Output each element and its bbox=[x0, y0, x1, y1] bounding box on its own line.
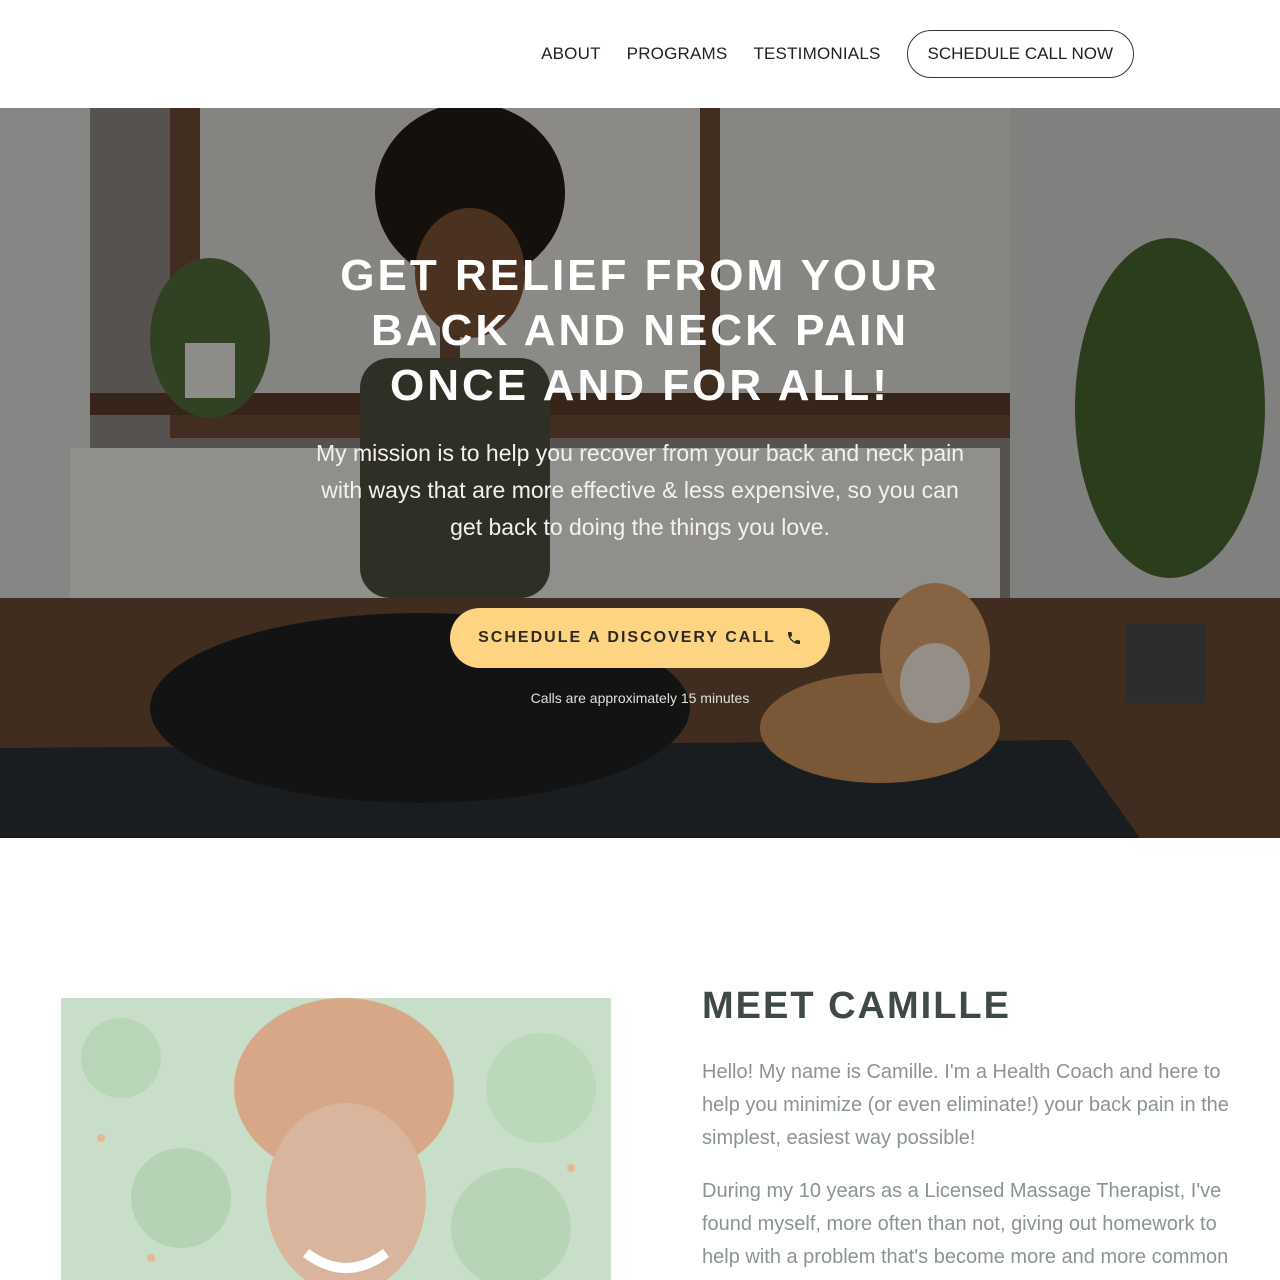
nav-programs-link[interactable]: PROGRAMS bbox=[627, 44, 728, 64]
site-header: ABOUT PROGRAMS TESTIMONIALS SCHEDULE CAL… bbox=[0, 0, 1280, 108]
nav-about-link[interactable]: ABOUT bbox=[541, 44, 601, 64]
about-section: MEET CAMILLE Hello! My name is Camille. … bbox=[702, 985, 1232, 1274]
about-paragraph: During my 10 years as a Licensed Massage… bbox=[702, 1180, 1229, 1268]
hero-subtitle: My mission is to help you recover from y… bbox=[315, 440, 965, 540]
hero-content: GET RELIEF FROM YOUR BACK AND NECK PAIN … bbox=[0, 248, 1280, 706]
hero-title: GET RELIEF FROM YOUR BACK AND NECK PAIN … bbox=[340, 251, 940, 410]
schedule-discovery-call-label: SCHEDULE A DISCOVERY CALL bbox=[478, 629, 776, 646]
schedule-discovery-call-button[interactable]: SCHEDULE A DISCOVERY CALL bbox=[450, 608, 830, 668]
call-duration-note: Calls are approximately 15 minutes bbox=[530, 690, 750, 706]
main-nav: ABOUT PROGRAMS TESTIMONIALS SCHEDULE CAL… bbox=[515, 30, 1134, 78]
nav-testimonials-link[interactable]: TESTIMONIALS bbox=[753, 44, 880, 64]
hero-section: GET RELIEF FROM YOUR BACK AND NECK PAIN … bbox=[0, 108, 1280, 838]
about-title: MEET CAMILLE bbox=[702, 985, 1011, 1027]
camille-portrait-image bbox=[61, 998, 611, 1280]
about-paragraph: Hello! My name is Camille. I'm a Health … bbox=[702, 1061, 1229, 1149]
phone-icon bbox=[786, 630, 802, 646]
schedule-call-now-button[interactable]: SCHEDULE CALL NOW bbox=[906, 30, 1134, 78]
